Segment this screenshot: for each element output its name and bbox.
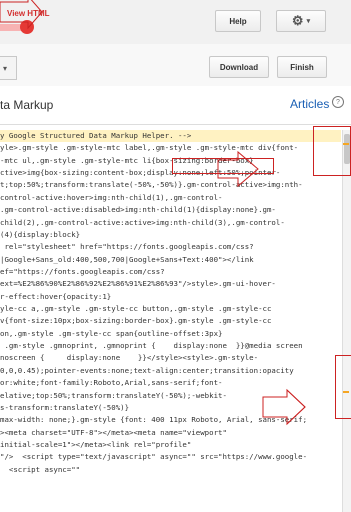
code-line: (4){display:block} bbox=[0, 229, 81, 239]
code-line: <script async="" bbox=[0, 464, 81, 474]
code-line: ><meta charset="UTF-8"></meta><meta name… bbox=[0, 427, 227, 437]
code-scrollbar[interactable] bbox=[342, 130, 351, 512]
left-dropdown[interactable]: ▾ bbox=[0, 56, 17, 80]
code-line: ctive>img{box-sizing:content-box;display… bbox=[0, 168, 281, 178]
code-line: max-width: none;}.gm-style {font: 400 11… bbox=[0, 415, 308, 425]
html-code-view[interactable]: y Google Structured Data Markup Helper. … bbox=[0, 130, 341, 512]
panel-title: ta Markup bbox=[0, 98, 54, 112]
code-line: -mtc ul,.gm-style .gm-style-mtc li{box-s… bbox=[0, 155, 254, 165]
annotation-box bbox=[172, 158, 274, 174]
top-bar: View HTML Help ⚙ ▾ bbox=[0, 0, 351, 45]
settings-button[interactable]: ⚙ ▾ bbox=[276, 10, 326, 32]
code-line: v{font-size:10px;box-sizing:border-box}.… bbox=[0, 316, 272, 326]
code-line: ef="https://fonts.googleapis.com/css? bbox=[0, 266, 165, 276]
code-line: s-transform:translateY(-50%)} bbox=[0, 402, 130, 412]
code-line: .gm-style .gmnoprint, .gmnoprint { displ… bbox=[0, 341, 303, 351]
download-button[interactable]: Download bbox=[209, 56, 269, 78]
annotation-box bbox=[313, 126, 351, 176]
code-line: noscreen { display:none }}</style><style… bbox=[0, 353, 259, 363]
code-line: child(2),.gm-control-active:active>img:n… bbox=[0, 217, 285, 227]
code-line: control-active:hover>img:nth-child(1),.g… bbox=[0, 192, 223, 202]
code-line: yle>.gm-style .gm-style-mtc label,.gm-st… bbox=[0, 143, 299, 153]
code-line: elative;top:50%;transform:translateY(-50… bbox=[0, 390, 227, 400]
toolbar: ▾ Download Finish bbox=[0, 44, 351, 87]
code-line: r-effect:hover{opacity:1} bbox=[0, 291, 112, 301]
code-line: rel="stylesheet" href="https://fonts.goo… bbox=[0, 242, 254, 252]
code-line: |Google+Sans_old:400,500,700|Google+Sans… bbox=[0, 254, 254, 264]
articles-link[interactable]: Articles bbox=[290, 97, 329, 111]
code-line: yle-cc a,.gm-style .gm-style-cc button,.… bbox=[0, 304, 272, 314]
chevron-down-icon: ▾ bbox=[306, 18, 311, 25]
code-line: on,.gm-style .gm-style-cc span{outline-o… bbox=[0, 328, 223, 338]
chevron-down-icon: ▾ bbox=[2, 63, 7, 73]
gear-icon: ⚙ bbox=[291, 13, 304, 28]
code-line: 0,0,0.45);pointer-events:none;text-align… bbox=[0, 365, 294, 375]
code-line: .gm-control-active:disabled>img:nth-chil… bbox=[0, 205, 276, 215]
view-html-label: View HTML bbox=[7, 9, 50, 18]
code-line: y Google Structured Data Markup Helper. … bbox=[0, 130, 341, 143]
code-line: t;top:50%;transform:translate(-50%,-50%)… bbox=[0, 180, 303, 190]
code-line: or:white;font-family:Roboto,Arial,sans-s… bbox=[0, 378, 223, 388]
annotation-box bbox=[335, 355, 351, 419]
help-button[interactable]: Help bbox=[215, 10, 261, 32]
code-line: initial-scale=1"></meta><link rel="profi… bbox=[0, 439, 192, 449]
code-line: "/> <script type="text/javascript" async… bbox=[0, 452, 308, 462]
info-icon[interactable]: ? bbox=[332, 96, 344, 108]
view-html-toggle-knob[interactable] bbox=[20, 20, 34, 34]
code-line: ext=%E2%86%90%E2%86%92%E2%86%91%E2%86%93… bbox=[0, 279, 276, 289]
panel-header: ta Markup Articles ? bbox=[0, 86, 351, 125]
finish-button[interactable]: Finish bbox=[277, 56, 327, 78]
